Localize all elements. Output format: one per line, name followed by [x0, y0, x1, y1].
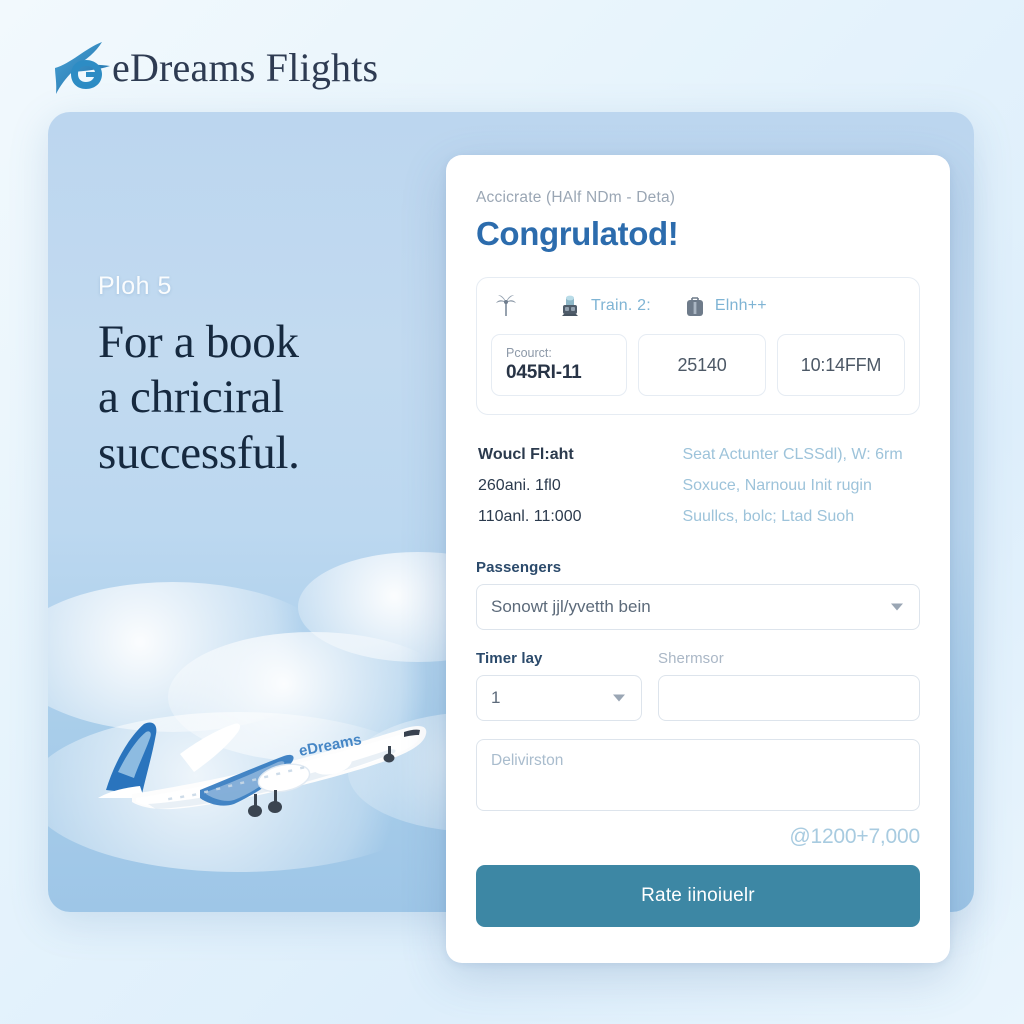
hero-headline-line-3: successful.: [98, 426, 300, 479]
summary-label-1: Train. 2:: [591, 297, 651, 314]
trip-summary-panel: Train. 2: Elnh++ Pcourct: 045RI-11 25140: [476, 277, 920, 415]
flight-detail-left-1: 260ani. 1fl0: [478, 477, 561, 495]
summary-box-1: 25140: [638, 334, 766, 396]
hero-headline-line-1: For a book: [98, 316, 299, 368]
flight-detail-left-2: 110anl. 11:000: [478, 508, 582, 526]
flight-detail-right-0: Seat Actunter CLSSdl), W: 6rm: [682, 446, 903, 463]
note-placeholder: Delivirston: [491, 751, 564, 769]
brand-name: eDreams Flights: [112, 44, 379, 90]
submit-booking-button[interactable]: Rate iinoiuelr: [476, 864, 920, 927]
flight-detail-right-2: Suullcs, bolc; Ltad Suoh: [682, 508, 855, 526]
hero-headline-line-2: a chriciral: [98, 371, 284, 424]
summary-label-2: Elnh++: [714, 297, 767, 314]
summary-box-0-label: Pcourct:: [506, 346, 552, 360]
flight-details-left-column: Woucl Fl:aht 260ani. 1fl0 110anl. 11:000: [478, 439, 666, 533]
card-kicker: Accicrate (HAlf NDm - Deta): [476, 189, 676, 206]
luggage-icon: [686, 297, 703, 316]
timer-shermsor-row: Timer lay 1 Shermsor: [476, 650, 920, 721]
palm-tree-icon: [496, 295, 516, 316]
trip-summary-icons-row: Train. 2: Elnh++: [491, 294, 905, 318]
flight-details-right-column: Seat Actunter CLSSdl), W: 6rm Soxuce, Na…: [682, 439, 918, 533]
timer-select[interactable]: 1: [476, 674, 642, 721]
timer-select-value: 1: [491, 687, 501, 707]
summary-value-boxes: Pcourct: 045RI-11 25140 10:14FFM: [491, 334, 905, 396]
flight-details: Woucl Fl:aht 260ani. 1fl0 110anl. 11:000…: [476, 439, 920, 533]
card-title: Congrulatod!: [476, 215, 679, 252]
summary-item-1: Train. 2:: [557, 294, 651, 318]
chevron-down-icon: [613, 694, 625, 702]
airplane-image: eDreams: [98, 722, 427, 817]
note-textarea[interactable]: Delivirston: [476, 738, 920, 811]
flight-detail-left-0: Woucl Fl:aht: [478, 446, 574, 463]
chevron-down-icon: [891, 603, 903, 611]
shermsor-label: Shermsor: [658, 649, 724, 667]
hero-copy: Ploh 5 For a book a chriciral successful…: [98, 272, 448, 481]
train-icon: [562, 295, 578, 316]
timer-field-group: Timer lay 1: [476, 650, 642, 721]
passengers-label: Passengers: [476, 558, 562, 576]
booking-confirmation-card: Accicrate (HAlf NDm - Deta) Congrulatod!: [446, 155, 950, 963]
shermsor-input[interactable]: [658, 674, 920, 721]
summary-item-2: Elnh++: [683, 294, 767, 318]
summary-box-1-value: 25140: [677, 354, 727, 375]
flight-detail-right-1: Soxuce, Narnouu Init rugin: [682, 477, 872, 495]
total-price: @1200+7,000: [789, 824, 920, 848]
brand-logo[interactable]: eDreams Flights: [52, 36, 378, 98]
timer-label: Timer lay: [476, 649, 543, 667]
passengers-select[interactable]: Sonowt jjl/yvetth bein: [476, 583, 920, 630]
summary-item-0: [495, 294, 525, 318]
passengers-field-group: Passengers Sonowt jjl/yvetth bein: [476, 559, 920, 630]
e-swoosh-logo-icon: [55, 42, 110, 94]
summary-box-0: Pcourct: 045RI-11: [491, 334, 627, 396]
passengers-select-value: Sonowt jjl/yvetth bein: [491, 596, 651, 616]
shermsor-field-group: Shermsor: [658, 650, 920, 721]
hero-eyebrow: Ploh 5: [98, 272, 172, 300]
summary-box-2: 10:14FFM: [777, 334, 905, 396]
hero-headline: For a book a chriciral successful.: [98, 315, 448, 481]
summary-box-0-value: 045RI-11: [506, 362, 582, 383]
summary-box-2-value: 10:14FFM: [800, 354, 882, 375]
